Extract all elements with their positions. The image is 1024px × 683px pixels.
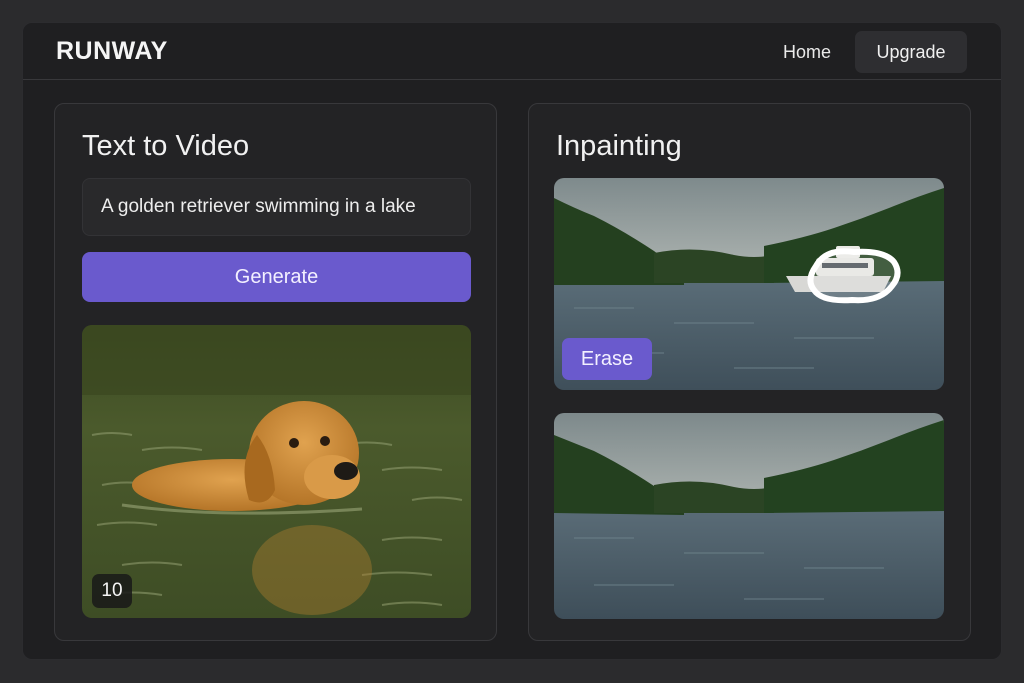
top-nav-bar: RUNWAY Home Upgrade <box>23 23 1001 80</box>
erase-button[interactable]: Erase <box>562 338 652 380</box>
text-to-video-panel: Text to Video A golden retriever swimmin… <box>54 103 497 641</box>
inpainting-source-image[interactable]: Erase <box>554 178 944 390</box>
nav-upgrade-button[interactable]: Upgrade <box>855 31 967 73</box>
text-to-video-title: Text to Video <box>82 130 250 162</box>
dog-swimming-image <box>82 325 471 618</box>
inpainting-title: Inpainting <box>556 130 682 162</box>
generated-video-preview[interactable]: 10 <box>82 325 471 618</box>
prompt-input[interactable]: A golden retriever swimming in a lake <box>82 178 471 236</box>
inpainting-panel: Inpainting Erase <box>528 103 971 641</box>
app-window: RUNWAY Home Upgrade Text to Video A gold… <box>22 22 1002 660</box>
brand-logo[interactable]: RUNWAY <box>56 37 168 66</box>
generate-button[interactable]: Generate <box>82 252 471 302</box>
nav-home-link[interactable]: Home <box>763 32 851 72</box>
frame-count-badge: 10 <box>92 574 132 608</box>
inpainting-result-image[interactable] <box>554 413 944 619</box>
lake-without-boat-image <box>554 413 944 619</box>
